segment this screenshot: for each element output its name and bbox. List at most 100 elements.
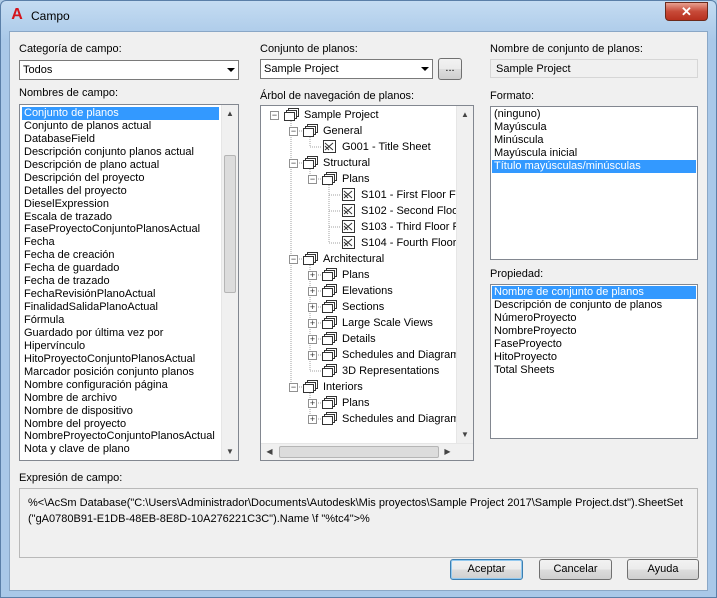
collapse-icon[interactable]: − xyxy=(289,127,298,136)
tree-node[interactable]: S102 - Second Floor Fram xyxy=(261,203,473,219)
tree-node[interactable]: − General xyxy=(261,123,461,139)
expand-icon[interactable]: + xyxy=(308,415,317,424)
list-item[interactable]: Nombre de dispositivo xyxy=(22,405,219,418)
expand-icon[interactable]: + xyxy=(308,287,317,296)
list-item[interactable]: DieselExpression xyxy=(22,198,219,211)
scroll-down-icon[interactable]: ▼ xyxy=(457,426,473,443)
scroll-right-icon[interactable]: ▶ xyxy=(439,444,456,460)
sheet-set-dropdown[interactable]: Sample Project xyxy=(260,59,433,79)
list-item[interactable]: Nombre de conjunto de planos xyxy=(492,286,696,299)
list-item[interactable]: Fecha de creación xyxy=(22,249,219,262)
collapse-icon[interactable]: − xyxy=(289,255,298,264)
expand-icon[interactable]: + xyxy=(308,271,317,280)
tree-node[interactable]: − Architectural xyxy=(261,251,461,267)
browse-sheet-set-button[interactable]: ... xyxy=(438,58,462,80)
scroll-up-icon[interactable]: ▲ xyxy=(457,106,473,123)
help-button[interactable]: Ayuda xyxy=(627,559,699,580)
expand-icon[interactable]: + xyxy=(308,399,317,408)
list-item[interactable]: NúmeroProyecto xyxy=(492,312,696,325)
list-item[interactable]: HitoProyecto xyxy=(492,351,696,364)
tree-vertical-scrollbar[interactable]: ▲ ▼ xyxy=(456,106,473,443)
tree-node[interactable]: S101 - First Floor Framin xyxy=(261,187,473,203)
subset-icon xyxy=(322,364,338,378)
list-item[interactable]: NombreProyectoConjuntoPlanosActual xyxy=(22,430,219,443)
collapse-icon[interactable]: − xyxy=(289,383,298,392)
list-item[interactable]: Fórmula xyxy=(22,314,219,327)
tree-node[interactable]: G001 - Title Sheet xyxy=(261,139,461,155)
tree-node[interactable]: S103 - Third Floor Framin xyxy=(261,219,473,235)
list-item[interactable]: Nombre de archivo xyxy=(22,392,219,405)
list-item[interactable]: FechaRevisiónPlanoActual xyxy=(22,288,219,301)
list-item[interactable]: FaseProyectoConjuntoPlanosActual xyxy=(22,223,219,236)
ok-button[interactable]: Aceptar xyxy=(450,559,523,580)
list-item[interactable]: Total Sheets xyxy=(492,364,696,377)
list-item[interactable]: DatabaseField xyxy=(22,133,219,146)
list-item[interactable]: Minúscula xyxy=(492,134,696,147)
tree-node[interactable]: + Schedules and Diagrams xyxy=(261,411,465,427)
list-item[interactable]: Título mayúsculas/minúsculas xyxy=(492,159,696,173)
expand-icon[interactable]: + xyxy=(308,319,317,328)
list-item[interactable]: (ninguno) xyxy=(492,108,696,121)
list-item[interactable]: Detalles del proyecto xyxy=(22,185,219,198)
tree-node[interactable]: + Plans xyxy=(261,395,461,411)
tree-node[interactable]: S104 - Fourth Floor Fram xyxy=(261,235,473,251)
list-item[interactable]: FaseProyecto xyxy=(492,338,696,351)
scroll-thumb[interactable] xyxy=(279,446,439,458)
tree-node[interactable]: + Elevations xyxy=(261,283,461,299)
expand-icon[interactable]: + xyxy=(308,351,317,360)
list-item[interactable]: Descripción de conjunto de planos xyxy=(492,299,696,312)
tree-node[interactable]: + Plans xyxy=(261,267,461,283)
tree-node[interactable]: + Sections xyxy=(261,299,461,315)
title-bar[interactable]: A Campo ✕ xyxy=(1,1,716,31)
collapse-icon[interactable]: − xyxy=(270,111,279,120)
list-item[interactable]: Fecha de guardado xyxy=(22,262,219,275)
tree-node-label: Elevations xyxy=(342,285,393,297)
list-item[interactable]: Hipervínculo xyxy=(22,340,219,353)
tree-node[interactable]: − Structural xyxy=(261,155,461,171)
expand-icon[interactable]: + xyxy=(308,335,317,344)
sheet-navigation-tree[interactable]: − Sample Project − General G001 - Title Shee… xyxy=(260,105,474,461)
list-item[interactable]: Descripción del proyecto xyxy=(22,172,219,185)
list-item[interactable]: FinalidadSalidaPlanoActual xyxy=(22,301,219,314)
list-item[interactable]: Descripción de plano actual xyxy=(22,159,219,172)
autocad-app-icon: A xyxy=(11,6,23,23)
list-item[interactable]: Nota y clave de plano xyxy=(22,443,219,456)
list-item[interactable]: Fecha de trazado xyxy=(22,275,219,288)
tree-node-label: Structural xyxy=(323,157,371,169)
list-item[interactable]: Mayúscula inicial xyxy=(492,147,696,160)
tree-node[interactable]: + Large Scale Views xyxy=(261,315,461,331)
list-item[interactable]: Mayúscula xyxy=(492,121,696,134)
scroll-up-icon[interactable]: ▲ xyxy=(222,105,238,122)
collapse-icon[interactable]: − xyxy=(308,175,317,184)
tree-node[interactable]: + Schedules and Diagrams xyxy=(261,347,465,363)
cancel-button[interactable]: Cancelar xyxy=(539,559,612,580)
tree-node[interactable]: − Plans xyxy=(261,171,461,187)
scroll-left-icon[interactable]: ◀ xyxy=(261,444,278,460)
list-item[interactable]: Conjunto de planos actual xyxy=(22,120,219,133)
scroll-down-icon[interactable]: ▼ xyxy=(222,443,238,460)
list-item[interactable]: Guardado por última vez por xyxy=(22,327,219,340)
collapse-icon[interactable]: − xyxy=(289,159,298,168)
list-item[interactable]: Fecha xyxy=(22,236,219,249)
tree-node[interactable]: + Details xyxy=(261,331,461,347)
expand-icon[interactable]: + xyxy=(308,303,317,312)
list-item[interactable]: Escala de trazado xyxy=(22,211,219,224)
list-item[interactable]: Descripción conjunto planos actual xyxy=(22,146,219,159)
list-item[interactable]: Nombre del proyecto xyxy=(22,418,219,431)
list-item[interactable]: NombreProyecto xyxy=(492,325,696,338)
field-names-list[interactable]: Conjunto de planos Conjunto de planos act… xyxy=(19,104,239,461)
list-item[interactable]: Conjunto de planos xyxy=(22,107,219,120)
list-item[interactable]: Marcador posición conjunto planos xyxy=(22,366,219,379)
field-names-scrollbar[interactable]: ▲ ▼ xyxy=(221,105,238,460)
list-item[interactable]: HitoProyectoConjuntoPlanosActual xyxy=(22,353,219,366)
tree-node[interactable]: 3D Representations xyxy=(261,363,461,379)
property-list[interactable]: Nombre de conjunto de planos Descripción … xyxy=(490,284,698,439)
scroll-thumb[interactable] xyxy=(224,155,236,293)
list-item[interactable]: Nombre configuración página xyxy=(22,379,219,392)
field-category-dropdown[interactable]: Todos xyxy=(19,60,239,80)
format-list[interactable]: (ninguno) Mayúscula Minúscula Mayúscula ini… xyxy=(490,106,698,260)
close-button[interactable]: ✕ xyxy=(665,2,708,21)
tree-node[interactable]: − Sample Project xyxy=(261,107,461,123)
tree-node[interactable]: − Interiors xyxy=(261,379,461,395)
tree-horizontal-scrollbar[interactable]: ◀ ▶ xyxy=(261,443,473,460)
